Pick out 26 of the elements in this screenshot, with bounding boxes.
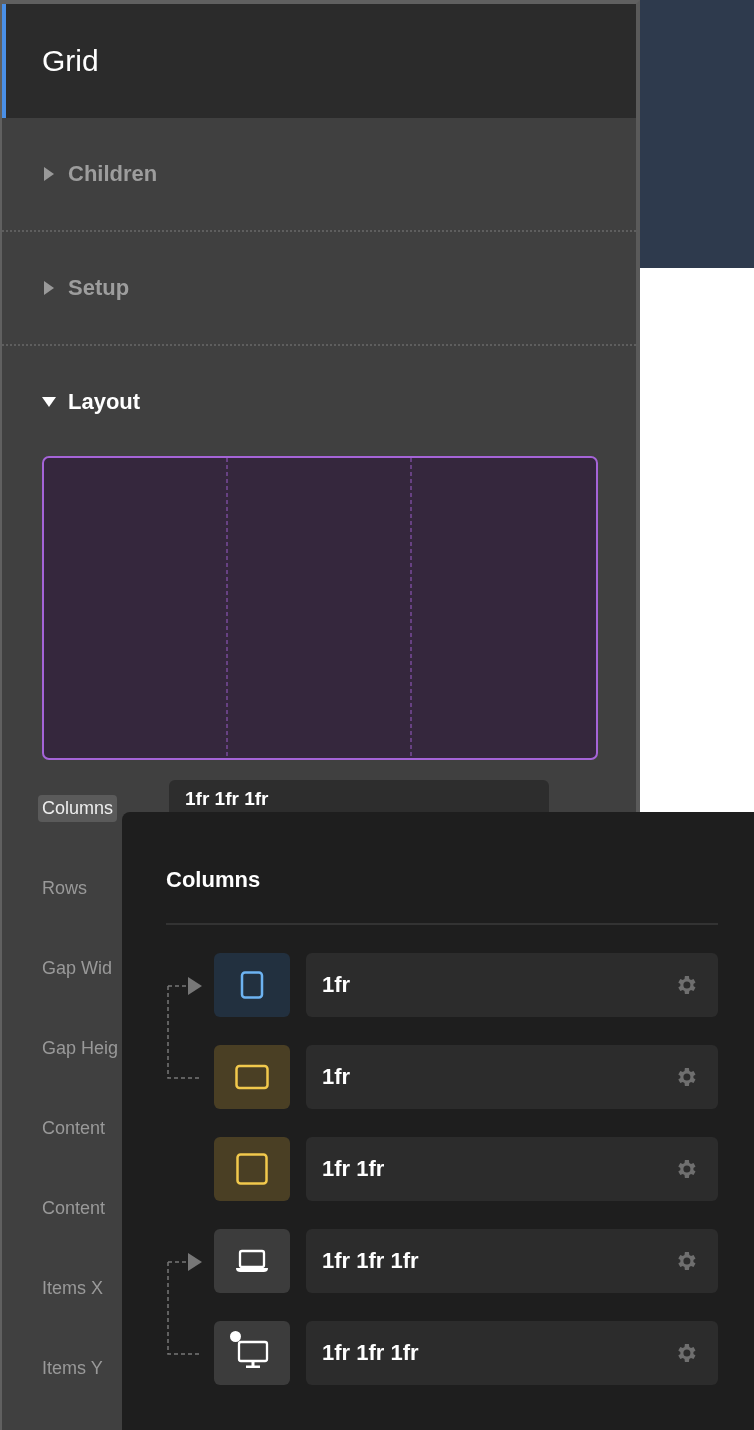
popover-title: Columns — [166, 867, 262, 893]
caret-right-icon — [42, 281, 56, 295]
property-label: Items X — [41, 1276, 104, 1300]
value-field[interactable]: 1fr 1fr 1fr — [306, 1321, 718, 1385]
property-label: Items Y — [41, 1356, 104, 1380]
property-label: Rows — [41, 876, 88, 900]
property-label: Content — [41, 1116, 107, 1140]
device-button[interactable] — [214, 1321, 290, 1385]
property-label: Content — [41, 1196, 107, 1220]
device-button[interactable] — [214, 953, 290, 1017]
section-toggle[interactable]: Setup — [2, 232, 636, 346]
device-button[interactable] — [214, 1137, 290, 1201]
value-field[interactable]: 1fr 1fr 1fr — [306, 1229, 718, 1293]
property-label: Gap Heig — [41, 1036, 120, 1060]
property-label: Gap Wid — [41, 956, 114, 980]
device-button[interactable] — [214, 1045, 290, 1109]
caret-down-icon — [42, 395, 56, 409]
value-field[interactable]: 1fr 1fr — [306, 1137, 718, 1201]
value-field[interactable]: 1fr — [306, 1045, 718, 1109]
section-toggle[interactable]: Layout — [2, 346, 636, 458]
property-label: Columns — [38, 794, 118, 822]
caret-right-icon — [42, 167, 56, 181]
device-button[interactable] — [214, 1229, 290, 1293]
section-toggle[interactable]: Children — [2, 118, 636, 232]
panel-title: Grid — [42, 44, 99, 78]
value-field[interactable]: 1fr — [306, 953, 718, 1017]
